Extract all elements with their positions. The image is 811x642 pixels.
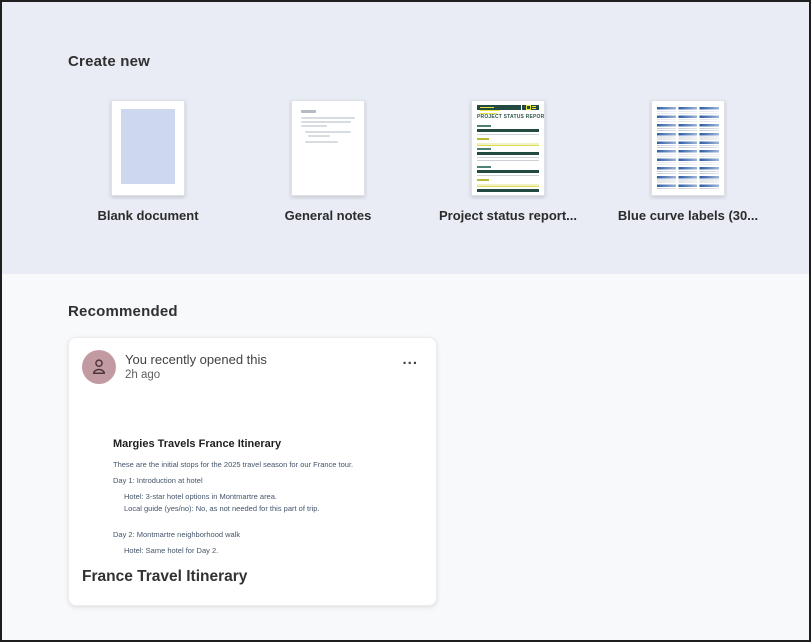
recommended-card[interactable]: You recently opened this 2h ago ... Marg… [68,337,437,606]
blue-curve-labels-thumbnail [651,100,725,196]
template-row: Blank document General notes [68,100,768,223]
notes-title-line [301,110,316,113]
file-name: France Travel Itinerary [82,568,247,586]
card-meta: You recently opened this 2h ago [125,350,267,384]
template-blank-document[interactable]: Blank document [68,100,228,223]
person-icon [89,357,109,377]
timestamp: 2h ago [125,369,267,381]
preview-line: These are the initial stops for the 2025… [113,460,420,469]
template-general-notes[interactable]: General notes [248,100,408,223]
report-header-art [477,105,539,110]
preview-line: Day 2: Montmartre neighborhood walk [113,530,420,539]
blank-document-thumbnail [111,100,185,196]
preview-line: Hotel: Same hotel for Day 2. [124,546,420,555]
card-header: You recently opened this 2h ago [82,350,267,384]
create-new-heading: Create new [68,53,809,70]
create-new-section: Create new Blank document Gener [2,2,809,274]
preview-line: Day 1: Introduction at hotel [113,476,420,485]
recommended-heading: Recommended [68,303,809,320]
general-notes-thumbnail [291,100,365,196]
preview-line: Local guide (yes/no): No, as not needed … [124,504,420,513]
template-label: Project status report... [439,208,577,223]
start-page-window: Create new Blank document Gener [0,0,811,642]
template-label: Blank document [97,208,198,223]
project-status-report-thumbnail: PROJECT STATUS REPORT [471,100,545,196]
template-label: Blue curve labels (30... [618,208,758,223]
template-blue-curve-labels[interactable]: Blue curve labels (30... [608,100,768,223]
document-preview: Margies Travels France Itinerary These a… [113,438,420,555]
template-label: General notes [285,208,372,223]
activity-text: You recently opened this [125,352,267,367]
template-project-status-report[interactable]: PROJECT STATUS REPORT [428,100,588,223]
preview-line: Hotel: 3-star hotel options in Montmartr… [124,492,420,501]
avatar [82,350,116,384]
report-heading-text: PROJECT STATUS REPORT [477,114,539,120]
report-table-art [477,123,539,192]
blank-page-art [121,109,175,184]
more-options-button[interactable]: ... [398,346,422,373]
labels-grid-art [657,107,719,189]
preview-doc-title: Margies Travels France Itinerary [113,438,420,450]
recommended-section: Recommended You recently opened this 2h … [2,274,809,606]
